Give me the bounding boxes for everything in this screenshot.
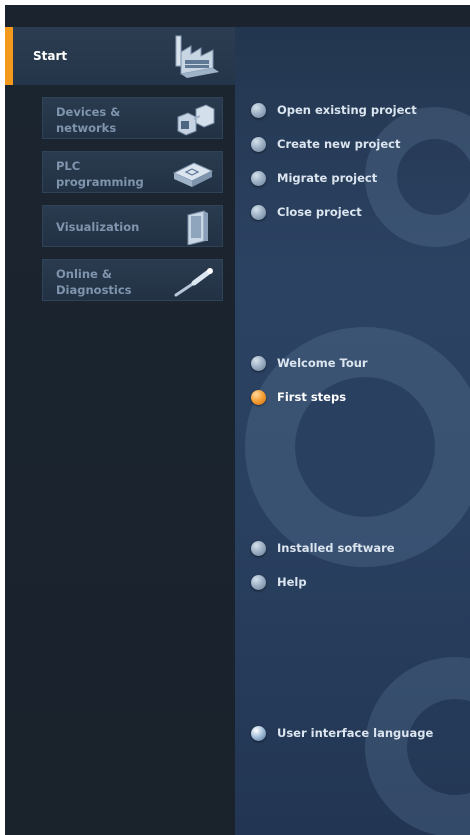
action-bullet-icon <box>251 541 266 556</box>
nav-item-visualization[interactable]: Visualization <box>42 205 223 247</box>
action-label: Installed software <box>277 541 395 555</box>
action-bullet-icon <box>251 171 266 186</box>
action-label: First steps <box>277 390 347 404</box>
action-label: Help <box>277 575 307 589</box>
nav-label-line: Diagnostics <box>56 283 132 297</box>
nav-label-devices-networks: Devices & networks <box>56 104 176 136</box>
action-bullet-icon <box>251 137 266 152</box>
portal-actions-panel: Open existing project Create new project… <box>235 27 470 835</box>
action-bullet-icon <box>251 575 266 590</box>
nav-label-line: Visualization <box>56 220 140 234</box>
action-label: Create new project <box>277 137 401 151</box>
nav-label-line: PLC <box>56 159 81 173</box>
action-bullet-icon <box>251 103 266 118</box>
action-bullet-icon <box>251 356 266 371</box>
action-bullet-icon <box>251 205 266 220</box>
nav-item-plc-programming[interactable]: PLC programming <box>42 151 223 193</box>
nav-label-line: programming <box>56 175 144 189</box>
nav-label-line: Devices & <box>56 105 121 119</box>
action-label: Open existing project <box>277 103 417 117</box>
plc-icon <box>172 162 214 187</box>
action-label: Welcome Tour <box>277 356 368 370</box>
portal-view: Start Devices & networks PLC programming… <box>5 5 470 835</box>
active-bullet-icon <box>251 390 266 405</box>
action-label: Migrate project <box>277 171 378 185</box>
action-label: Close project <box>277 205 362 219</box>
start-portal-tab[interactable]: Start <box>5 27 235 85</box>
action-label: User interface language <box>277 726 434 740</box>
devices-networks-icon <box>177 104 215 136</box>
diagnostics-probe-icon <box>174 268 213 297</box>
visualization-panel-icon <box>187 210 208 245</box>
globe-icon <box>251 726 266 741</box>
nav-label-line: networks <box>56 121 117 135</box>
nav-label-plc-programming: PLC programming <box>56 158 176 190</box>
start-label: Start <box>33 49 68 63</box>
active-indicator <box>5 27 13 85</box>
nav-item-online-diagnostics[interactable]: Online & Diagnostics <box>42 259 223 301</box>
factory-icon <box>175 35 219 78</box>
nav-label-visualization: Visualization <box>56 219 176 235</box>
nav-label-online-diagnostics: Online & Diagnostics <box>56 266 176 298</box>
nav-item-devices-networks[interactable]: Devices & networks <box>42 97 223 139</box>
portal-navigation: Start Devices & networks PLC programming… <box>5 27 235 835</box>
nav-label-line: Online & <box>56 267 112 281</box>
top-strip <box>5 5 470 27</box>
